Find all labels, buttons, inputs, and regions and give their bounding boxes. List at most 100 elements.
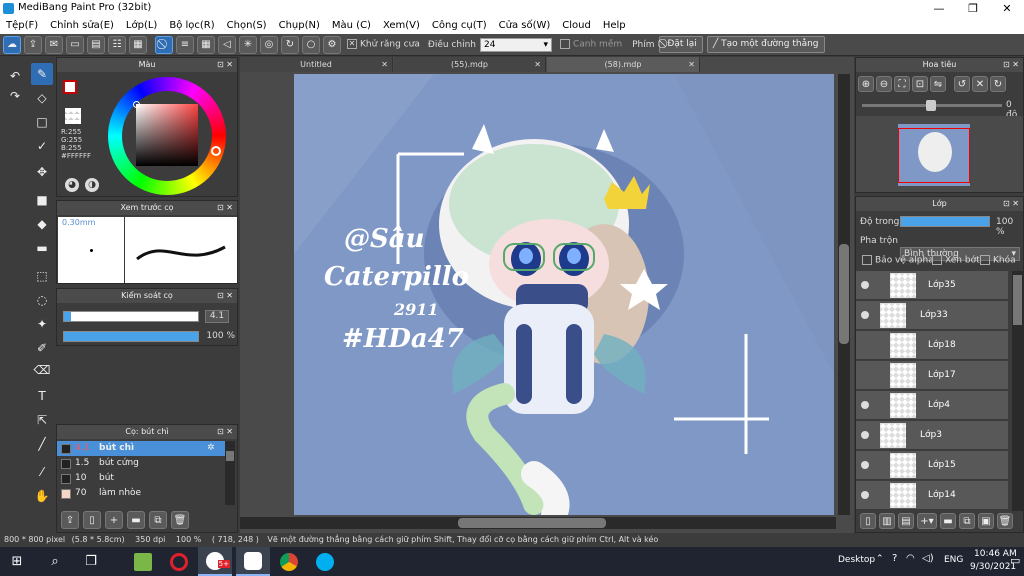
layer-row[interactable]: Lớp33	[856, 301, 1008, 330]
layer-row[interactable]: Lớp3	[856, 421, 1008, 450]
grid-icon[interactable]: ▦	[129, 35, 147, 54]
brush-gear-icon[interactable]: ✲	[207, 441, 215, 456]
sv-marker[interactable]	[133, 101, 140, 108]
brush-folder-icon[interactable]: ▬	[127, 511, 145, 529]
task-view-icon[interactable]: ❐	[74, 547, 108, 576]
parallel-snap-icon[interactable]: ≡	[176, 35, 194, 54]
vertical-scrollbar[interactable]	[838, 74, 850, 515]
layer-row[interactable]: Lớp15	[856, 451, 1008, 480]
brush-item-pen[interactable]: 10 bút	[57, 471, 225, 486]
clipping-checkbox[interactable]: Xén bớt	[932, 255, 980, 266]
dot-tool-icon[interactable]: □	[31, 111, 53, 133]
menu-cloud[interactable]: Cloud	[556, 17, 597, 34]
new-halftone-layer-icon[interactable]: ▥	[879, 513, 895, 529]
eye-icon[interactable]	[861, 311, 869, 319]
viewport-rect[interactable]	[898, 128, 970, 183]
desktop-label[interactable]: Desktop	[838, 555, 875, 565]
eye-icon[interactable]	[861, 491, 869, 499]
brush-size-slider[interactable]	[63, 311, 199, 322]
eye-icon[interactable]	[861, 281, 869, 289]
skype-icon[interactable]	[308, 547, 342, 576]
foreground-color-swatch[interactable]	[63, 80, 77, 94]
bucket-tool-icon[interactable]: ◆	[31, 213, 53, 235]
actual-size-icon[interactable]: ⊡	[912, 76, 928, 92]
curve-snap-icon[interactable]: ↻	[281, 35, 299, 54]
windows-start-icon[interactable]: ⊞	[0, 547, 34, 576]
brush-add-icon[interactable]: +	[105, 511, 123, 529]
brush-delete-icon[interactable]: 🗑	[171, 511, 189, 529]
brush-item-hard-pen[interactable]: 1.5 bút cứng	[57, 456, 225, 471]
layout-icon[interactable]: ☷	[108, 35, 126, 54]
straight-line-button[interactable]: ╱ Tạo một đường thẳng	[706, 36, 825, 53]
eye-icon[interactable]	[861, 401, 869, 409]
adjust-select[interactable]: 24 ▾	[479, 37, 552, 52]
layer-row[interactable]: Lớp14	[856, 481, 1008, 510]
eye-icon[interactable]	[861, 431, 869, 439]
brush-item-pencil[interactable]: 4.1 bút chì ✲	[57, 441, 225, 456]
protect-alpha-checkbox[interactable]: Bảo vệ alpha	[862, 255, 934, 266]
duplicate-layer-icon[interactable]: ⧉	[959, 513, 975, 529]
antialias-checkbox[interactable]: ✕ Khử răng cưa	[347, 39, 420, 50]
transparent-swatch[interactable]	[65, 108, 81, 124]
eraser-tool-icon[interactable]: ◇	[31, 87, 53, 109]
tab-close-icon[interactable]: ✕	[534, 57, 541, 72]
pen-tool-icon[interactable]: ✎	[31, 63, 53, 85]
edge-checkbox[interactable]: Canh mềm	[559, 39, 622, 50]
export-icon[interactable]: ▤	[87, 35, 105, 54]
navigator-zoom-slider[interactable]	[862, 100, 1002, 111]
rect-select-icon[interactable]: ⬚	[31, 265, 53, 287]
gradient-tool-icon[interactable]: ▬	[31, 237, 53, 259]
menu-view[interactable]: Xem(V)	[377, 17, 426, 34]
panel-close-icon[interactable]: ⊡ ✕	[217, 58, 233, 72]
panel-close-icon[interactable]: ⊡ ✕	[217, 425, 233, 439]
new-8bit-layer-icon[interactable]: ▤	[898, 513, 914, 529]
layer-row[interactable]: Lớp17	[856, 361, 1008, 390]
game-app-icon[interactable]	[126, 547, 160, 576]
eye-icon[interactable]	[861, 371, 869, 379]
palette-icon[interactable]: ◕	[65, 178, 79, 192]
language-indicator[interactable]: ENG	[944, 555, 963, 565]
lasso-select-icon[interactable]: ◌	[31, 289, 53, 311]
menu-snap[interactable]: Chụp(N)	[273, 17, 326, 34]
undo-icon[interactable]: ↶	[4, 65, 26, 87]
close-button[interactable]: ✕	[990, 0, 1024, 17]
layer-row[interactable]: Lớp35	[856, 271, 1008, 300]
saturation-value-square[interactable]	[133, 101, 198, 166]
minimize-button[interactable]: —	[922, 0, 956, 17]
brush-copy-icon[interactable]: ⧉	[149, 511, 167, 529]
notification-icon[interactable]: ▭	[1010, 554, 1020, 567]
divide-tool-icon[interactable]: ╱	[31, 433, 53, 455]
reset-button[interactable]: ⃠ Đặt lại	[658, 36, 703, 53]
layer-scrollbar[interactable]	[1012, 271, 1023, 511]
panel-close-icon[interactable]: ⊡ ✕	[217, 201, 233, 215]
magic-wand-icon[interactable]: ✦	[31, 313, 53, 335]
menu-tools[interactable]: Công cụ(T)	[426, 17, 493, 34]
brush-opacity-slider[interactable]	[63, 331, 199, 342]
volume-icon[interactable]: ◁)	[922, 553, 934, 564]
search-icon[interactable]: ⌕	[38, 547, 72, 576]
rotate-left-icon[interactable]: ↺	[954, 76, 970, 92]
tab-close-icon[interactable]: ✕	[688, 57, 695, 72]
brush-list-scrollbar[interactable]	[225, 441, 235, 505]
chrome-icon[interactable]	[272, 547, 306, 576]
text-tool-icon[interactable]: T	[31, 385, 53, 407]
delete-layer-icon[interactable]: 🗑	[997, 513, 1013, 529]
zoom-in-icon[interactable]: ⊕	[858, 76, 874, 92]
drawing-canvas[interactable]: @Sâu Caterpillo 2911 #HDa47	[294, 74, 834, 515]
grid-snap-icon[interactable]: ▦	[197, 35, 215, 54]
operation-tool-icon[interactable]: ⇱	[31, 409, 53, 431]
layer-opacity-slider[interactable]	[900, 216, 990, 227]
panel-close-icon[interactable]: ⊡ ✕	[1003, 197, 1019, 211]
snap-off-icon[interactable]: ⃠	[155, 35, 173, 54]
select-pen-icon[interactable]: ✓	[31, 135, 53, 157]
cloud-icon[interactable]: ☁	[3, 35, 21, 54]
menu-edit[interactable]: Chỉnh sửa(E)	[44, 17, 120, 34]
eye-icon[interactable]	[861, 341, 869, 349]
maximize-button[interactable]: ❐	[956, 0, 990, 17]
messenger-icon[interactable]: 5+	[198, 547, 232, 576]
palette-settings-icon[interactable]: ◑	[85, 178, 99, 192]
layer-folder-icon[interactable]: ▬	[940, 513, 956, 529]
medibang-icon[interactable]	[236, 547, 270, 576]
opera-icon[interactable]	[162, 547, 196, 576]
eyedropper-icon[interactable]: ⁄	[31, 461, 53, 483]
